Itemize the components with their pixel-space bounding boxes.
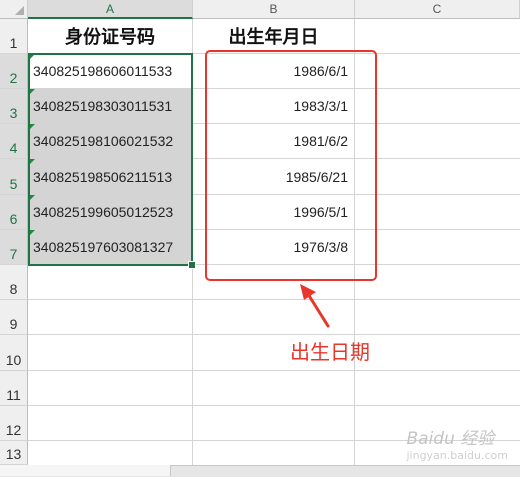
cell-value: 340825198506211513 bbox=[33, 168, 173, 185]
cell-a1-id-header[interactable]: 身份证号码 bbox=[28, 19, 192, 53]
row-header-6[interactable]: 6 bbox=[0, 195, 28, 230]
cell-b1-date-header[interactable]: 出生年月日 bbox=[193, 19, 354, 53]
fill-handle[interactable] bbox=[188, 261, 196, 269]
watermark: Baidu 经验 jingyan.baidu.com bbox=[406, 424, 508, 462]
column-header-a[interactable]: A bbox=[28, 0, 193, 19]
highlight-box bbox=[205, 50, 377, 281]
cell-a3-id[interactable]: 340825198303011531 bbox=[29, 89, 192, 123]
spreadsheet-grid[interactable]: A B C 1 2 3 4 5 6 7 8 9 10 11 12 13 身份证号… bbox=[0, 0, 520, 477]
cell-value: 340825197603081327 bbox=[33, 239, 174, 255]
cell-value: 340825198106021532 bbox=[33, 133, 174, 149]
cell-a6-id[interactable]: 340825199605012523 bbox=[29, 195, 192, 229]
cell-a7-id[interactable]: 340825197603081327 bbox=[29, 230, 192, 264]
cell-value: 340825198606011533 bbox=[33, 63, 173, 79]
error-indicator-icon bbox=[29, 89, 35, 95]
row-header-5[interactable]: 5 bbox=[0, 159, 28, 195]
error-indicator-icon bbox=[29, 54, 35, 60]
error-indicator-icon bbox=[29, 124, 35, 130]
row-header-2[interactable]: 2 bbox=[0, 54, 28, 89]
row-header-1[interactable]: 1 bbox=[0, 19, 28, 54]
row-header-9[interactable]: 9 bbox=[0, 300, 28, 335]
row-header-13[interactable]: 13 bbox=[0, 441, 28, 465]
watermark-url: jingyan.baidu.com bbox=[406, 449, 508, 462]
cell-value: 340825199605012523 bbox=[33, 204, 174, 220]
grid-line bbox=[28, 370, 520, 371]
grid-line bbox=[28, 334, 520, 335]
sheet-tab-area[interactable] bbox=[0, 465, 171, 476]
grid-line bbox=[28, 299, 520, 300]
row-header-4[interactable]: 4 bbox=[0, 124, 28, 159]
row-header-8[interactable]: 8 bbox=[0, 265, 28, 300]
annotation-arrow-icon bbox=[300, 284, 330, 328]
select-all-corner[interactable] bbox=[0, 0, 28, 19]
cell-a5-id[interactable]: 340825198506211513 bbox=[29, 159, 192, 194]
cell-a2-id[interactable]: 340825198606011533 bbox=[29, 54, 192, 88]
cell-value: 340825198303011531 bbox=[33, 98, 173, 114]
row-header-10[interactable]: 10 bbox=[0, 335, 28, 371]
watermark-brand: Baidu 经验 bbox=[406, 429, 495, 449]
error-indicator-icon bbox=[29, 195, 35, 201]
error-indicator-icon bbox=[29, 230, 35, 236]
column-header-b[interactable]: B bbox=[193, 0, 355, 19]
cell-a4-id[interactable]: 340825198106021532 bbox=[29, 124, 192, 158]
annotation-label: 出生日期 bbox=[290, 340, 370, 364]
grid-line bbox=[28, 405, 520, 406]
row-header-11[interactable]: 11 bbox=[0, 371, 28, 406]
error-indicator-icon bbox=[29, 159, 35, 165]
column-header-c[interactable]: C bbox=[355, 0, 520, 19]
row-header-12[interactable]: 12 bbox=[0, 406, 28, 441]
row-header-3[interactable]: 3 bbox=[0, 89, 28, 124]
row-header-7[interactable]: 7 bbox=[0, 230, 28, 265]
